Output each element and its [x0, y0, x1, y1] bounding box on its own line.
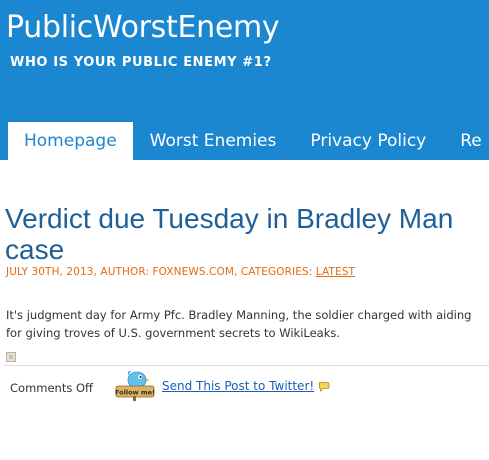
nav-item-worst-enemies[interactable]: Worst Enemies	[133, 122, 294, 160]
post-meta: JULY 30TH, 2013, AUTHOR: FOXNEWS.COM, CA…	[6, 266, 355, 278]
site-header: PublicWorstEnemy WHO IS YOUR PUBLIC ENEM…	[0, 0, 489, 160]
main-nav: Homepage Worst Enemies Privacy Policy Re	[0, 122, 489, 160]
post-meta-text: JULY 30TH, 2013, AUTHOR: FOXNEWS.COM, CA…	[6, 266, 316, 278]
follow-me-sign-text: Follow me!	[115, 389, 155, 397]
divider	[4, 365, 489, 366]
excerpt-line: It's judgment day for Army Pfc. Bradley …	[6, 308, 472, 322]
site-tagline: WHO IS YOUR PUBLIC ENEMY #1?	[10, 55, 272, 70]
twitter-bird-follow-me-icon[interactable]: Follow me!	[113, 369, 157, 401]
excerpt-line: for giving troves of U.S. government sec…	[6, 326, 341, 340]
send-to-twitter-link[interactable]: Send This Post to Twitter!	[162, 379, 314, 393]
post-title-line[interactable]: Verdict due Tuesday in Bradley Man	[5, 203, 489, 234]
nav-item-truncated[interactable]: Re	[443, 122, 489, 160]
nav-item-privacy-policy[interactable]: Privacy Policy	[293, 122, 443, 160]
site-title[interactable]: PublicWorstEnemy	[6, 10, 280, 45]
broken-image-icon	[6, 352, 16, 362]
post-excerpt: It's judgment day for Army Pfc. Bradley …	[6, 306, 489, 342]
tweet-bubble-icon[interactable]	[318, 380, 330, 392]
category-link[interactable]: LATEST	[316, 266, 355, 278]
post-title-line[interactable]: case	[5, 234, 489, 265]
nav-item-homepage[interactable]: Homepage	[8, 122, 133, 160]
comments-status: Comments Off	[10, 381, 93, 395]
post-title[interactable]: Verdict due Tuesday in Bradley Man case	[5, 203, 489, 269]
